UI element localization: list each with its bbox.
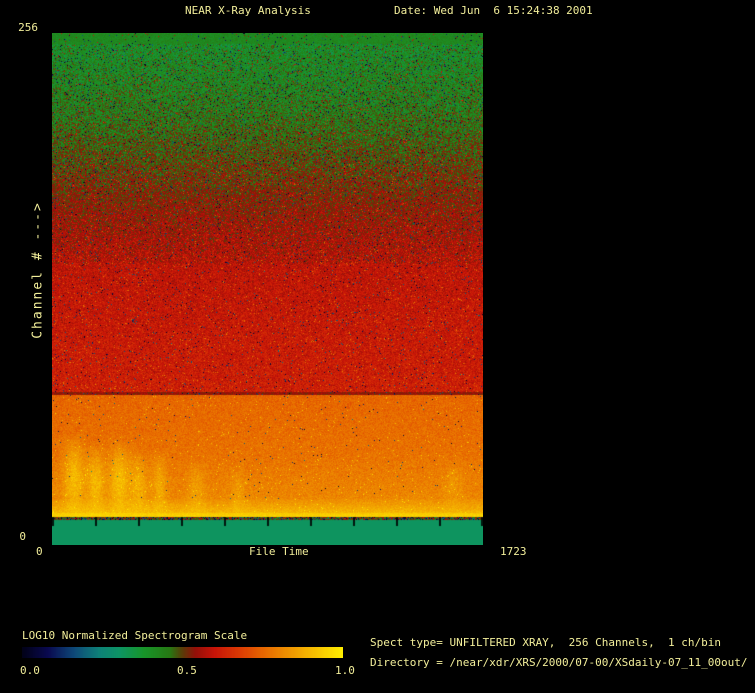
- x-axis-max-label: 1723: [500, 545, 527, 558]
- x-axis-min-label: 0: [36, 545, 43, 558]
- y-axis-title: Channel # --->: [30, 201, 46, 339]
- y-axis-max-label: 256: [18, 21, 38, 34]
- colorbar-tick-mid: 0.5: [177, 664, 197, 677]
- colorbar-tick-max: 1.0: [335, 664, 355, 677]
- near-xray-analysis-window: NEAR X-Ray Analysis Date: Wed Jun 6 15:2…: [0, 0, 755, 693]
- colorbar-gradient: [22, 647, 343, 658]
- colorbar-tick-min: 0.0: [20, 664, 40, 677]
- spectrogram-heatmap: [52, 33, 483, 545]
- x-axis-title: File Time: [249, 545, 309, 558]
- date-label: Date: Wed Jun 6 15:24:38 2001: [394, 4, 593, 17]
- directory-info: Directory = /near/xdr/XRS/2000/07-00/XSd…: [370, 656, 748, 669]
- y-axis-min-label: 0: [19, 530, 26, 543]
- spect-type-info: Spect type= UNFILTERED XRAY, 256 Channel…: [370, 636, 721, 649]
- colorbar-title: LOG10 Normalized Spectrogram Scale: [22, 629, 248, 642]
- page-title: NEAR X-Ray Analysis: [185, 4, 311, 17]
